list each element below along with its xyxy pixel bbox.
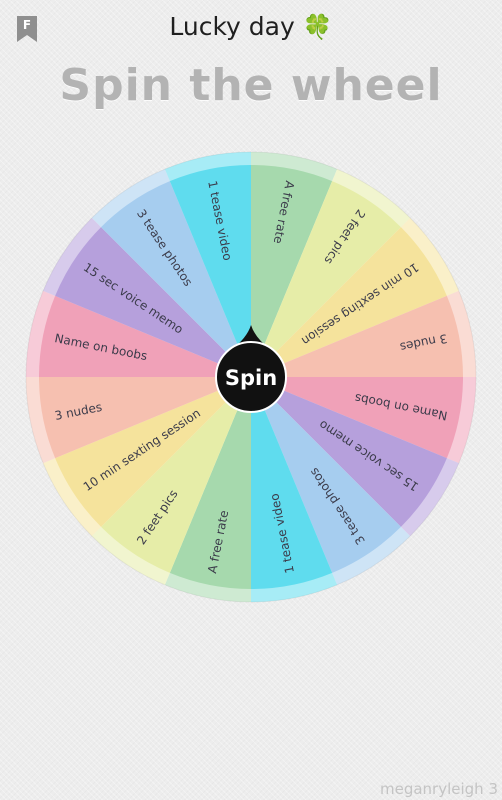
spin-label: Spin (225, 366, 277, 390)
prize-wheel[interactable]: A free rate 2 feet pics10 min sexting ses… (0, 0, 502, 800)
watermark: meganryleigh 3 (379, 780, 498, 798)
